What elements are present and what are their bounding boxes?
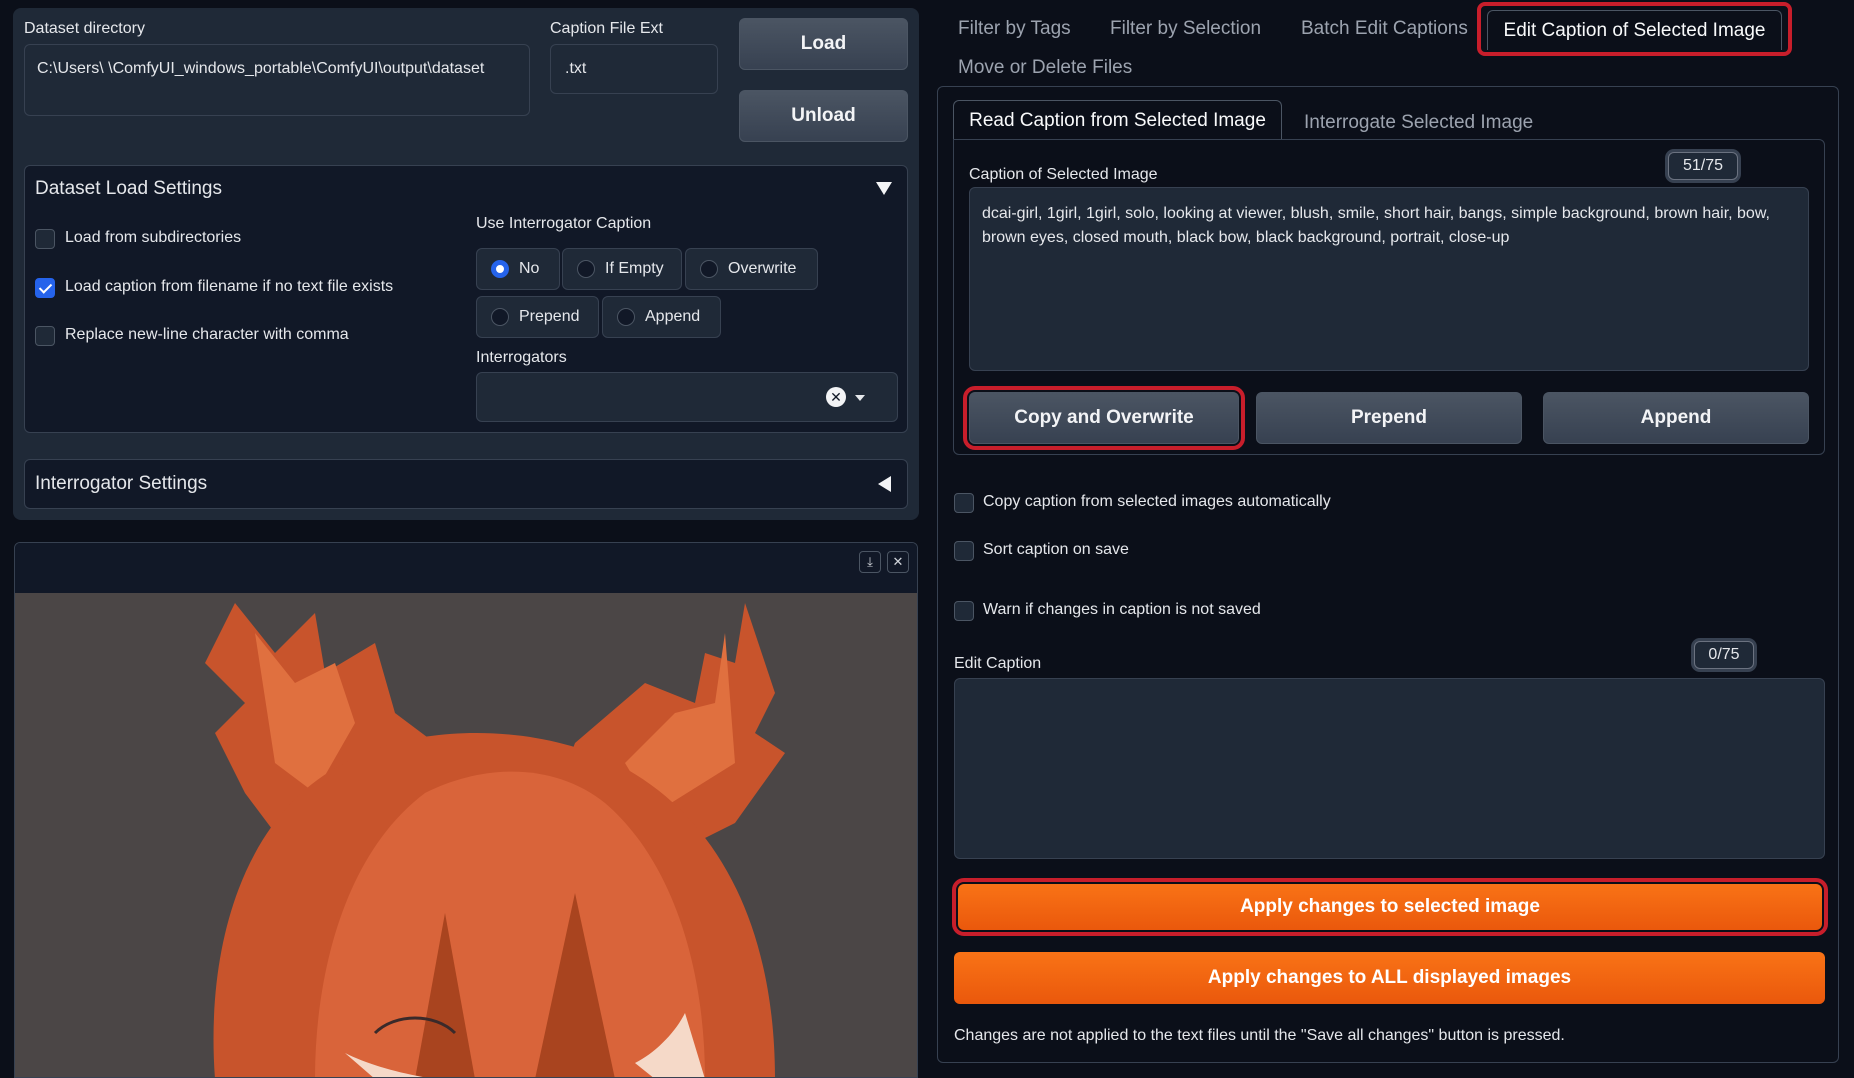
prepend-button[interactable]: Prepend	[1256, 392, 1522, 444]
edit-caption-label: Edit Caption	[954, 655, 1042, 672]
radio-if-empty-indicator	[577, 260, 595, 278]
tab-edit-caption-selected[interactable]: Edit Caption of Selected Image	[1487, 10, 1782, 50]
caption-ext-label: Caption File Ext	[550, 20, 663, 37]
load-caption-filename-label: Load caption from filename if no text fi…	[65, 278, 394, 295]
load-caption-filename-checkbox[interactable]	[35, 278, 55, 298]
image-viewer: ⤓ ✕	[14, 542, 918, 1078]
radio-append[interactable]: Append	[602, 296, 721, 338]
caption-selected-label: Caption of Selected Image	[969, 166, 1158, 183]
append-button[interactable]: Append	[1543, 392, 1809, 444]
dataset-directory-label: Dataset directory	[24, 20, 145, 37]
collapse-down-icon[interactable]	[876, 182, 892, 195]
interrogator-settings-title: Interrogator Settings	[35, 473, 208, 494]
radio-append-indicator	[617, 308, 635, 326]
radio-prepend-indicator	[491, 308, 509, 326]
radio-overwrite-label: Overwrite	[728, 260, 797, 277]
tab-edit-caption-selected-label: Edit Caption of Selected Image	[1503, 19, 1766, 41]
radio-no[interactable]: No	[476, 248, 560, 290]
radio-append-label: Append	[645, 308, 701, 325]
caption-ext-input[interactable]: .txt	[550, 44, 718, 94]
apply-selected-button[interactable]: Apply changes to selected image	[952, 878, 1828, 936]
copy-and-overwrite-button[interactable]: Copy and Overwrite	[963, 386, 1245, 450]
radio-if-empty[interactable]: If Empty	[562, 248, 682, 290]
edit-caption-token-counter: 0/75	[1694, 641, 1754, 669]
replace-newline-label: Replace new-line character with comma	[65, 326, 349, 343]
radio-no-indicator	[491, 260, 509, 278]
caption-token-counter: 51/75	[1668, 152, 1738, 180]
interrogator-caption-label: Use Interrogator Caption	[476, 215, 652, 232]
tab-filter-by-selection[interactable]: Filter by Selection	[1110, 18, 1261, 40]
replace-newline-checkbox[interactable]	[35, 326, 55, 346]
collapse-left-icon[interactable]	[878, 476, 891, 492]
radio-prepend-label: Prepend	[519, 308, 580, 325]
load-button[interactable]: Load	[739, 18, 908, 70]
subtab-read-caption-label: Read Caption from Selected Image	[969, 109, 1266, 131]
caption-selected-textarea[interactable]: dcai-girl, 1girl, 1girl, solo, looking a…	[969, 187, 1809, 371]
apply-all-button[interactable]: Apply changes to ALL displayed images	[954, 952, 1825, 1004]
copy-caption-auto-label: Copy caption from selected images automa…	[983, 493, 1331, 510]
unload-button[interactable]: Unload	[739, 90, 908, 142]
load-subdirectories-label: Load from subdirectories	[65, 229, 242, 246]
radio-overwrite[interactable]: Overwrite	[685, 248, 818, 290]
tab-filter-by-tags[interactable]: Filter by Tags	[958, 18, 1071, 40]
close-icon[interactable]: ✕	[887, 551, 909, 573]
copy-caption-auto-checkbox[interactable]	[954, 493, 974, 513]
save-notice: Changes are not applied to the text file…	[954, 1027, 1565, 1044]
radio-prepend[interactable]: Prepend	[476, 296, 599, 338]
tab-move-or-delete-files[interactable]: Move or Delete Files	[958, 57, 1132, 79]
tab-batch-edit-captions[interactable]: Batch Edit Captions	[1301, 18, 1468, 40]
dataset-directory-input[interactable]: C:\Users\ \ComfyUI_windows_portable\Comf…	[24, 44, 530, 116]
warn-unsaved-label: Warn if changes in caption is not saved	[983, 601, 1261, 618]
radio-overwrite-indicator	[700, 260, 718, 278]
download-icon[interactable]: ⤓	[859, 551, 881, 573]
load-subdirectories-checkbox[interactable]	[35, 229, 55, 249]
dataset-load-settings-title[interactable]: Dataset Load Settings	[35, 178, 222, 200]
radio-no-label: No	[519, 260, 540, 277]
edit-caption-textarea[interactable]	[954, 678, 1825, 859]
sort-caption-checkbox[interactable]	[954, 541, 974, 561]
warn-unsaved-checkbox[interactable]	[954, 601, 974, 621]
image-viewer-toolbar	[15, 543, 917, 593]
clear-icon[interactable]: ✕	[826, 387, 846, 407]
chevron-down-icon[interactable]	[855, 395, 865, 401]
interrogators-label: Interrogators	[476, 349, 567, 366]
selected-image-preview	[15, 593, 917, 1077]
subtab-read-caption[interactable]: Read Caption from Selected Image	[953, 100, 1282, 140]
subtab-interrogate[interactable]: Interrogate Selected Image	[1304, 112, 1533, 134]
radio-if-empty-label: If Empty	[605, 260, 664, 277]
sort-caption-label: Sort caption on save	[983, 541, 1129, 558]
